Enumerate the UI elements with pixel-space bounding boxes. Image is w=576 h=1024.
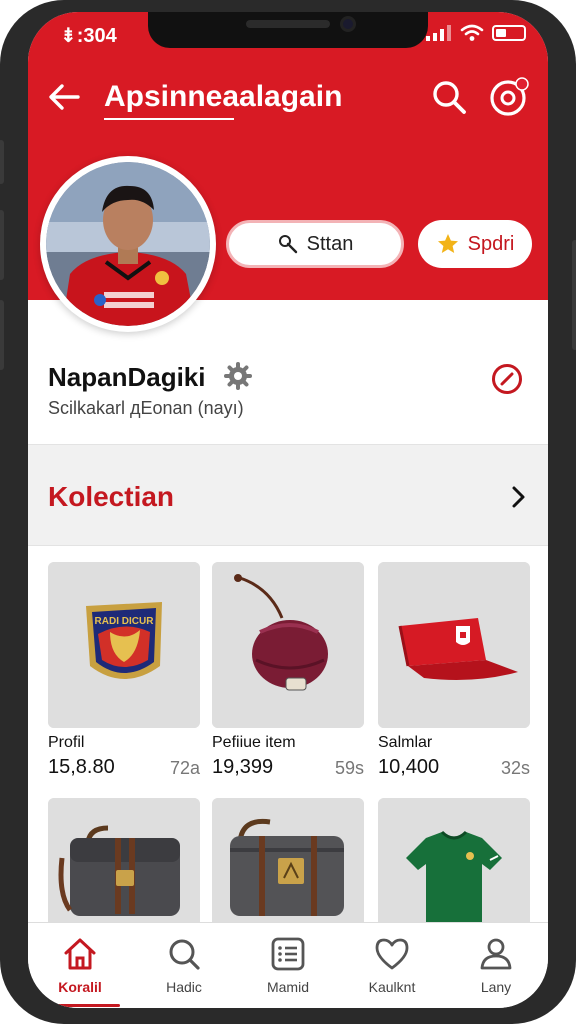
- block-icon[interactable]: [490, 362, 524, 396]
- active-tab-indicator: [42, 1004, 120, 1007]
- power-button: [572, 240, 576, 350]
- collection-item[interactable]: [212, 798, 364, 928]
- volume-down-button: [0, 300, 4, 370]
- nav-item-home[interactable]: Koralil: [28, 923, 132, 1008]
- search-icon[interactable]: [430, 78, 468, 116]
- bottom-navigation: Koralil Hadic Mamid Kaulknt Lany: [28, 922, 548, 1008]
- heart-icon: [375, 938, 409, 970]
- item-count: 72a: [169, 758, 200, 778]
- phone-frame: ⇟:304 Apsinneaalagain Sttan Spdri NapanD…: [0, 0, 576, 1024]
- nav-item-list[interactable]: Mamid: [236, 923, 340, 1008]
- item-count: 32s: [500, 758, 530, 778]
- notification-target-icon[interactable]: [488, 76, 530, 118]
- profile-name: NapanDagiki: [48, 362, 206, 392]
- microphone-icon: [278, 235, 297, 254]
- wifi-icon: [460, 24, 484, 41]
- title-underline: [104, 118, 234, 120]
- item-thumbnail: RADI DICUR: [48, 562, 200, 728]
- stan-button[interactable]: Sttan: [226, 220, 404, 268]
- nav-item-profile[interactable]: Lany: [444, 923, 548, 1008]
- collection-item[interactable]: Pefiiue item 19,399 59s: [212, 562, 364, 779]
- item-thumbnail: [212, 562, 364, 728]
- speaker: [246, 20, 330, 28]
- nav-label: Mamid: [266, 979, 309, 995]
- item-thumbnail: [378, 562, 530, 728]
- sport-label: Spdri: [467, 232, 515, 255]
- item-thumbnail: [212, 798, 364, 928]
- svg-text:RADI DICUR: RADI DICUR: [95, 616, 155, 627]
- stan-label: Sttan: [306, 232, 354, 255]
- collection-item[interactable]: RADI DICUR Profil 15,8.80 72a: [48, 562, 200, 779]
- nav-label: Lany: [480, 979, 512, 995]
- collection-section-header[interactable]: Kolectian: [28, 444, 548, 546]
- nav-label: Kaulknt: [368, 979, 416, 995]
- item-count: 59s: [334, 758, 364, 778]
- item-price: 15,8.80: [48, 756, 115, 778]
- item-name: Pefiiue item: [212, 734, 296, 751]
- nav-label: Koralil: [58, 979, 102, 995]
- item-name: Profil: [48, 734, 85, 751]
- front-camera: [340, 16, 356, 32]
- battery-icon: [492, 25, 526, 41]
- leather-bag-icon: [48, 798, 200, 928]
- fruit-pouch-icon: [212, 562, 364, 728]
- club-crest-icon: RADI DICUR: [48, 562, 200, 728]
- item-price: 10,400: [378, 756, 440, 778]
- search-icon: [169, 939, 200, 970]
- avatar[interactable]: [40, 156, 216, 332]
- home-icon: [64, 938, 96, 970]
- nav-item-search[interactable]: Hadic: [132, 923, 236, 1008]
- sport-button[interactable]: Spdri: [418, 220, 532, 268]
- profile-header: ⇟:304 Apsinneaalagain Sttan Spdri: [28, 12, 548, 332]
- nav-label: Hadic: [166, 979, 202, 995]
- section-title: Kolectian: [48, 481, 175, 512]
- messenger-bag-icon: [212, 798, 364, 928]
- profile-subtitle: Scilkakarl дEonan (nayı): [48, 398, 244, 418]
- user-icon: [480, 938, 512, 970]
- star-icon: [437, 234, 458, 253]
- app-bar-title: Apsinneaalagain: [104, 80, 343, 113]
- gear-icon[interactable]: [224, 362, 252, 390]
- item-thumbnail: [48, 798, 200, 928]
- nav-item-favorites[interactable]: Kaulknt: [340, 923, 444, 1008]
- mute-switch: [0, 140, 4, 184]
- item-thumbnail: [378, 798, 530, 928]
- list-icon: [271, 937, 305, 971]
- screen: ⇟:304 Apsinneaalagain Sttan Spdri NapanD…: [28, 12, 548, 1008]
- item-price: 19,399: [212, 756, 274, 778]
- collection-item[interactable]: Salmlar 10,400 32s: [378, 562, 530, 779]
- collection-item[interactable]: [48, 798, 200, 928]
- item-meta: 10,400 32s: [378, 756, 530, 779]
- player-photo-icon: [46, 162, 210, 326]
- volume-up-button: [0, 210, 4, 280]
- item-meta: 15,8.80 72a: [48, 756, 200, 779]
- item-meta: 19,399 59s: [212, 756, 364, 779]
- cellular-signal-icon: [426, 25, 451, 41]
- notch: [148, 12, 428, 48]
- green-jersey-icon: [378, 798, 530, 928]
- collection-item[interactable]: [378, 798, 530, 928]
- red-cap-icon: [378, 562, 530, 728]
- back-arrow-icon[interactable]: [46, 80, 82, 114]
- status-icons: [426, 24, 526, 42]
- chevron-right-icon[interactable]: [506, 483, 530, 511]
- item-name: Salmlar: [378, 734, 433, 751]
- status-time: ⇟:304: [60, 25, 117, 47]
